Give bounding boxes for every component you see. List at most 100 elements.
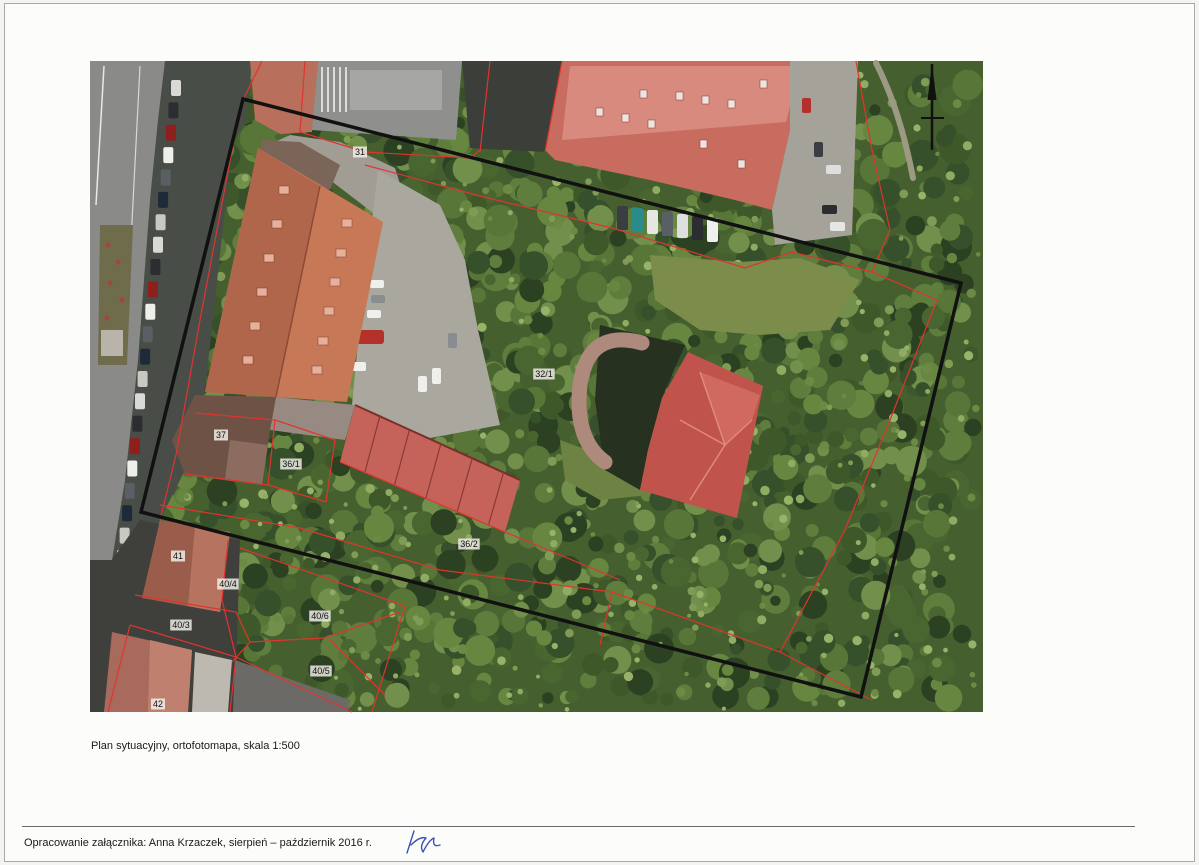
- tree-canopy: [905, 215, 926, 236]
- tree-canopy: [284, 539, 290, 544]
- tree-canopy: [370, 579, 384, 593]
- tree-canopy: [348, 647, 356, 654]
- tree-canopy: [938, 503, 944, 510]
- tree-canopy: [257, 521, 263, 527]
- tree-canopy: [898, 348, 908, 357]
- tree-canopy: [703, 602, 708, 607]
- parked-car: [165, 124, 176, 141]
- tree-canopy: [458, 518, 463, 524]
- tree-canopy: [857, 218, 890, 251]
- tree-canopy: [744, 345, 760, 361]
- tree-canopy: [884, 389, 893, 398]
- tree-canopy: [862, 115, 894, 146]
- tree-canopy: [930, 282, 944, 296]
- tree-canopy: [728, 636, 737, 644]
- tree-canopy: [512, 665, 518, 671]
- tree-canopy: [453, 618, 473, 638]
- parked-car: [124, 482, 135, 499]
- tree-canopy: [608, 611, 614, 618]
- tree-canopy: [711, 624, 724, 637]
- parked-car: [129, 438, 140, 455]
- parcel-label: 42: [151, 698, 165, 710]
- tree-canopy: [833, 339, 845, 350]
- tree-canopy: [771, 390, 785, 404]
- tree-canopy: [623, 671, 634, 682]
- tree-canopy: [944, 359, 954, 369]
- tree-canopy: [538, 347, 546, 356]
- tree-canopy: [483, 204, 516, 237]
- tree-canopy: [852, 635, 862, 646]
- parcel-label: 41: [171, 550, 185, 562]
- tree-canopy: [871, 667, 881, 677]
- tree-canopy: [254, 590, 282, 617]
- tree-canopy: [343, 136, 351, 144]
- tree-canopy: [758, 539, 782, 563]
- tree-canopy: [963, 339, 969, 345]
- tree-canopy: [781, 573, 786, 578]
- parcel-label: 31: [353, 146, 367, 158]
- parcel-number: 40/6: [311, 611, 329, 621]
- tree-canopy: [944, 391, 971, 417]
- tree-canopy: [516, 181, 543, 208]
- tree-canopy: [635, 574, 643, 581]
- tree-canopy: [343, 502, 348, 507]
- tree-canopy: [184, 494, 190, 500]
- tree-canopy: [652, 186, 661, 194]
- tree-canopy: [962, 141, 973, 151]
- tree-canopy: [546, 186, 561, 201]
- tree-canopy: [767, 522, 773, 528]
- tree-canopy: [975, 252, 981, 257]
- tree-canopy: [884, 305, 895, 315]
- tree-canopy: [536, 674, 540, 679]
- tree-canopy: [308, 529, 336, 556]
- tree-canopy: [625, 255, 634, 263]
- tree-canopy: [663, 509, 695, 540]
- tree-canopy: [507, 453, 524, 470]
- tree-canopy: [397, 144, 402, 150]
- tree-canopy: [318, 588, 341, 611]
- tree-canopy: [928, 256, 945, 272]
- tree-canopy: [565, 628, 574, 638]
- tree-canopy: [582, 653, 605, 676]
- tree-canopy: [462, 182, 467, 187]
- tree-canopy: [515, 429, 525, 439]
- tree-canopy: [388, 602, 396, 610]
- tree-canopy: [971, 682, 977, 688]
- tree-canopy: [497, 656, 506, 665]
- tree-canopy: [919, 583, 926, 591]
- tree-canopy: [492, 369, 515, 392]
- tree-canopy: [952, 99, 962, 109]
- tree-canopy: [892, 689, 902, 699]
- tree-canopy: [329, 589, 336, 596]
- tree-canopy: [506, 692, 513, 698]
- tree-canopy: [719, 535, 727, 543]
- tree-canopy: [848, 460, 854, 466]
- tree-canopy: [403, 505, 408, 510]
- tree-canopy: [469, 680, 491, 702]
- tree-canopy: [826, 404, 833, 411]
- tree-canopy: [716, 677, 727, 688]
- tree-canopy: [932, 657, 942, 668]
- tree-canopy: [518, 318, 524, 324]
- tree-canopy: [721, 664, 734, 676]
- tree-canopy: [607, 220, 613, 227]
- tree-canopy: [504, 562, 534, 592]
- tree-canopy: [828, 353, 843, 368]
- tree-canopy: [504, 528, 520, 544]
- tree-canopy: [570, 527, 577, 533]
- tree-canopy: [678, 627, 697, 646]
- tree-canopy: [915, 92, 922, 98]
- tree-canopy: [805, 524, 819, 537]
- tree-canopy: [285, 508, 302, 526]
- tree-canopy: [728, 232, 750, 254]
- tree-canopy: [758, 565, 768, 575]
- tree-canopy: [859, 308, 865, 315]
- tree-canopy: [222, 501, 228, 507]
- parked-car: [155, 214, 166, 231]
- tree-canopy: [964, 351, 974, 361]
- tree-canopy: [553, 251, 581, 279]
- parcel-number: 40/4: [219, 579, 237, 589]
- tree-canopy: [360, 650, 370, 661]
- tree-canopy: [918, 191, 926, 200]
- tree-canopy: [916, 165, 923, 172]
